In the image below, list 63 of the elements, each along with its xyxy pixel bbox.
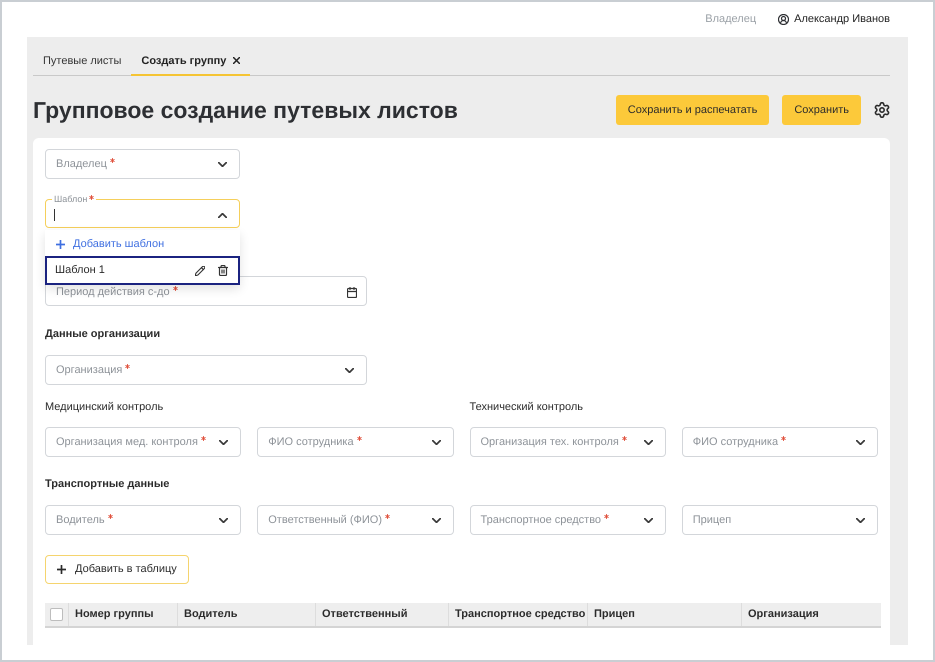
user-name[interactable]: Александр Иванов: [794, 11, 890, 27]
subsection-heading: Медицинский контроль: [45, 400, 164, 415]
chevron-down-icon: [432, 440, 440, 444]
column-header: Транспортное средство: [449, 603, 588, 626]
dropdown-field[interactable]: Организация: [45, 355, 367, 385]
add-template-button[interactable]: Добавить шаблон: [45, 232, 240, 256]
placeholder-text: Транспортное средство: [480, 513, 602, 527]
dropdown-field[interactable]: Организация тех. контроля: [470, 427, 666, 457]
add-to-table-button[interactable]: Добавить в таблицу: [45, 555, 189, 584]
tab[interactable]: Путевые листы: [33, 47, 132, 76]
subsection-heading: Технический контроль: [470, 400, 584, 415]
dropdown-field[interactable]: Владелец: [45, 149, 240, 179]
text-cursor-icon: [54, 209, 55, 221]
placeholder-text: Прицеп: [692, 513, 732, 527]
plus-icon: [57, 565, 66, 574]
chevron-down-icon: [345, 368, 354, 372]
placeholder-text: Водитель: [56, 513, 105, 527]
checkbox[interactable]: [50, 608, 63, 621]
column-header: Номер группы: [69, 603, 178, 626]
tab[interactable]: Создать группу: [131, 47, 250, 76]
settings-icon[interactable]: [874, 102, 890, 118]
edit-icon[interactable]: [195, 266, 205, 276]
dropdown-field[interactable]: ФИО сотрудника: [682, 427, 878, 457]
close-icon[interactable]: [233, 57, 240, 64]
placeholder-text: Организация тех. контроля: [480, 435, 619, 449]
placeholder-text: Ответственный (ФИО): [268, 513, 382, 527]
menu-item[interactable]: Шаблон 1: [45, 256, 240, 285]
delete-icon[interactable]: [218, 265, 228, 276]
chevron-down-icon: [856, 518, 865, 522]
save-and-print-button[interactable]: Сохранить и распечатать: [616, 95, 770, 125]
column-header: Водитель: [178, 603, 316, 626]
role-label: Владелец: [705, 12, 756, 27]
placeholder-text: ФИО сотрудника: [268, 435, 354, 449]
user-icon: [778, 14, 790, 24]
chevron-down-icon: [219, 440, 228, 444]
dropdown-field[interactable]: Водитель: [45, 505, 242, 535]
placeholder-text: Владелец: [56, 157, 107, 171]
page-title: Групповое создание путевых листов: [33, 96, 458, 125]
chevron-down-icon: [856, 440, 865, 444]
dropdown-field[interactable]: Прицеп: [682, 505, 878, 535]
chevron-down-icon: [219, 518, 228, 522]
calendar-icon[interactable]: [347, 287, 357, 298]
chevron-down-icon: [218, 162, 227, 166]
chevron-down-icon: [644, 440, 653, 444]
column-header: Ответственный: [316, 603, 449, 626]
dropdown-field[interactable]: ФИО сотрудника: [257, 427, 454, 457]
placeholder-text: Период действия с-до: [56, 285, 170, 299]
column-header: Прицеп: [588, 603, 742, 626]
section-heading: Транспортные данные: [45, 477, 170, 492]
dropdown-field[interactable]: Транспортное средство: [470, 505, 666, 535]
combobox-field[interactable]: Шаблон: [45, 194, 240, 228]
plus-icon: [56, 240, 65, 248]
dropdown-field[interactable]: Организация мед. контроля: [45, 427, 242, 457]
chevron-down-icon: [432, 518, 440, 522]
placeholder-text: Организация мед. контроля: [56, 435, 198, 449]
section-heading: Данные организации: [45, 327, 162, 342]
field-label: Шаблон: [54, 194, 88, 204]
chevron-down-icon: [644, 518, 653, 522]
placeholder-text: Организация: [56, 363, 122, 377]
dropdown-field[interactable]: Ответственный (ФИО): [257, 505, 454, 535]
placeholder-text: ФИО сотрудника: [692, 435, 778, 449]
column-header: Организация: [747, 607, 820, 622]
save-button[interactable]: Сохранить: [782, 95, 861, 125]
